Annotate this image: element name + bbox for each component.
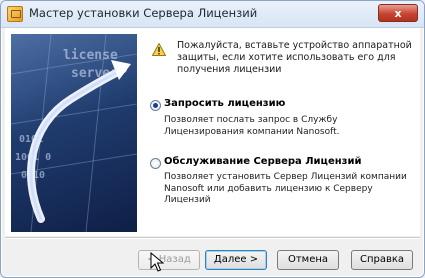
help-button[interactable]: Справка xyxy=(351,250,413,270)
close-button[interactable]: x xyxy=(378,4,418,22)
title-bar[interactable]: Мастер установки Сервера Лицензий x xyxy=(1,1,424,28)
warning-icon xyxy=(152,43,166,56)
wizard-content: license server 0101 1001 0 0 10 Пожалуйс… xyxy=(5,28,420,236)
option-request-license-label[interactable]: Запросить лицензию xyxy=(164,98,285,109)
license-wizard-dialog: Мастер установки Сервера Лицензий x lice… xyxy=(0,0,425,278)
window-title: Мастер установки Сервера Лицензий xyxy=(29,6,258,20)
wizard-banner-image: license server 0101 1001 0 0 10 xyxy=(11,34,137,232)
key-window-icon xyxy=(7,6,23,22)
mouse-pointer-icon xyxy=(150,252,164,272)
button-separator xyxy=(5,237,420,239)
next-button[interactable]: Далее > xyxy=(205,250,267,270)
hardware-key-notice: Пожалуйста, вставьте устройство аппаратн… xyxy=(177,40,412,75)
radio-request-license[interactable] xyxy=(150,100,161,111)
radio-server-maintenance[interactable] xyxy=(150,158,161,169)
banner-digits-2: 1001 0 xyxy=(15,152,52,163)
cancel-button[interactable]: Отмена xyxy=(277,250,339,270)
banner-word-license: license xyxy=(63,48,118,63)
banner-digits-3: 0 10 xyxy=(21,170,46,181)
option-server-maintenance-label[interactable]: Обслуживание Сервера Лицензий xyxy=(164,156,362,167)
back-button[interactable]: < Назад xyxy=(138,250,200,270)
banner-digits-1: 0101 xyxy=(19,134,44,145)
banner-word-server: server xyxy=(71,66,118,81)
option-server-maintenance-description: Позволяет установить Сервер Лицензий ком… xyxy=(164,172,407,205)
option-request-license-description: Позволяет послать запрос в Службу Лиценз… xyxy=(164,115,340,137)
banner-art xyxy=(11,34,137,232)
